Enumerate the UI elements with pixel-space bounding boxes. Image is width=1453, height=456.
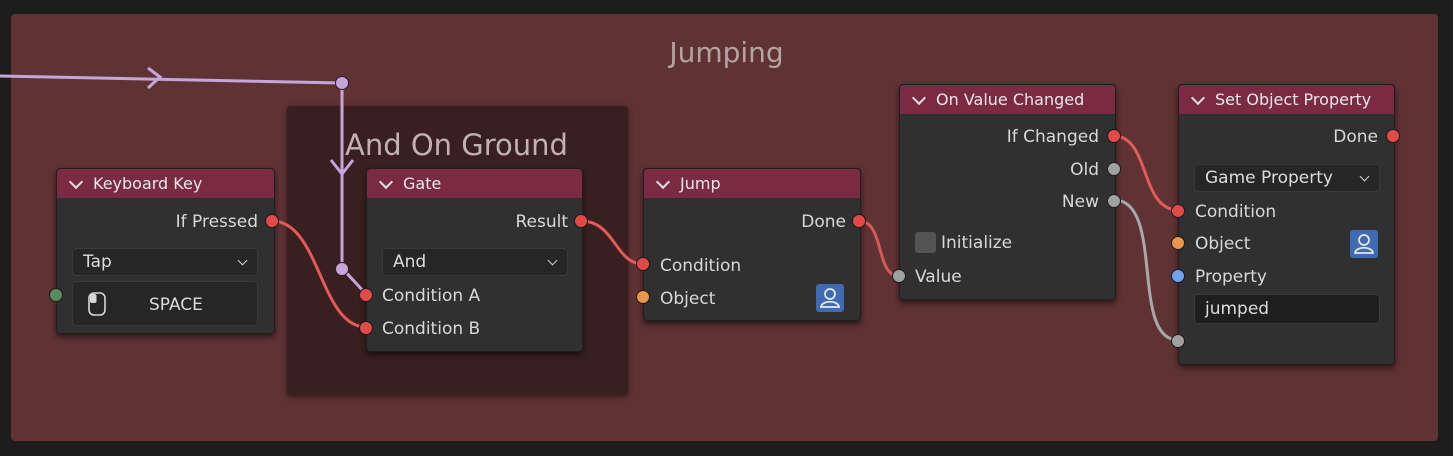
user-icon [1353,234,1375,254]
socket-object[interactable] [1171,236,1185,250]
socket-value[interactable] [1171,334,1185,348]
socket-new[interactable] [1107,194,1121,208]
operation-dropdown[interactable]: And [382,248,568,276]
socket-object[interactable] [636,290,650,304]
node-keyboard-key[interactable]: Keyboard Key If Pressed Tap SPACE [56,168,275,334]
input-label: Condition [1195,202,1277,222]
socket-done[interactable] [1386,129,1400,143]
node-title: Jump [680,174,721,193]
initialize-checkbox[interactable] [915,232,936,253]
chevron-down-icon[interactable] [68,174,84,189]
key-capture-button[interactable]: SPACE [72,281,258,326]
output-label: If Changed [1006,127,1099,147]
socket-condition[interactable] [1171,204,1185,218]
reroute-point[interactable] [335,262,349,276]
chevron-down-icon [1359,171,1370,182]
node-header[interactable]: Set Object Property [1179,85,1394,114]
property-name-field[interactable]: jumped [1194,294,1380,324]
socket-condition[interactable] [636,257,650,271]
node-header[interactable]: Keyboard Key [57,169,274,198]
chevron-down-icon[interactable] [655,174,671,189]
output-label: Done [1333,127,1378,147]
node-jump[interactable]: Jump Done Condition Object [643,168,861,321]
output-label: New [1061,192,1099,212]
input-label: Condition [660,256,742,276]
socket-condition-b[interactable] [359,321,373,335]
frame-title: Jumping [669,36,784,69]
node-title: Gate [403,174,442,193]
object-picker-button[interactable] [1350,230,1378,258]
node-on-value-changed[interactable]: On Value Changed If Changed Old New Init… [899,84,1116,300]
chevron-down-icon[interactable] [911,90,927,105]
chevron-down-icon[interactable] [378,174,394,189]
socket-result[interactable] [574,214,588,228]
socket-old[interactable] [1107,162,1121,176]
output-label: Result [515,212,568,232]
node-header[interactable]: Jump [644,169,860,198]
input-label: Property [1195,267,1267,287]
dropdown-value: And [393,252,427,272]
node-header[interactable]: Gate [367,169,582,198]
output-label: Done [801,212,846,232]
socket-if-pressed[interactable] [265,214,279,228]
dropdown-value: Tap [83,252,112,272]
mouse-icon [88,292,106,316]
mode-dropdown[interactable]: Tap [72,248,258,276]
chevron-down-icon [237,255,248,266]
chevron-down-icon [547,255,558,266]
node-set-object-property[interactable]: Set Object Property Done Game Property C… [1178,84,1395,365]
socket-property[interactable] [1171,269,1185,283]
reroute-point[interactable] [335,76,349,90]
input-label: Object [660,289,716,309]
checkbox-label: Initialize [941,233,1013,253]
node-title: On Value Changed [936,90,1085,109]
node-header[interactable]: On Value Changed [900,85,1115,114]
object-picker-button[interactable] [816,284,844,312]
subframe-title: And On Ground [345,128,568,162]
input-label: Condition B [382,319,481,339]
property-mode-dropdown[interactable]: Game Property [1194,164,1380,192]
socket-if-changed[interactable] [1107,129,1121,143]
node-title: Keyboard Key [93,174,203,193]
node-gate[interactable]: Gate Result And Condition A Condition B [366,168,583,352]
socket-input-left[interactable] [49,288,63,302]
node-title: Set Object Property [1215,90,1372,109]
input-label: Value [915,267,962,287]
output-label: Old [1070,160,1099,180]
input-label: Object [1195,234,1251,254]
socket-done[interactable] [852,214,866,228]
socket-condition-a[interactable] [359,288,373,302]
key-label: SPACE [149,295,203,315]
socket-value[interactable] [892,269,906,283]
input-label: Condition A [382,286,481,306]
output-label: If Pressed [175,212,258,232]
chevron-down-icon[interactable] [1190,90,1206,105]
user-icon [819,288,841,308]
dropdown-value: Game Property [1205,168,1333,188]
